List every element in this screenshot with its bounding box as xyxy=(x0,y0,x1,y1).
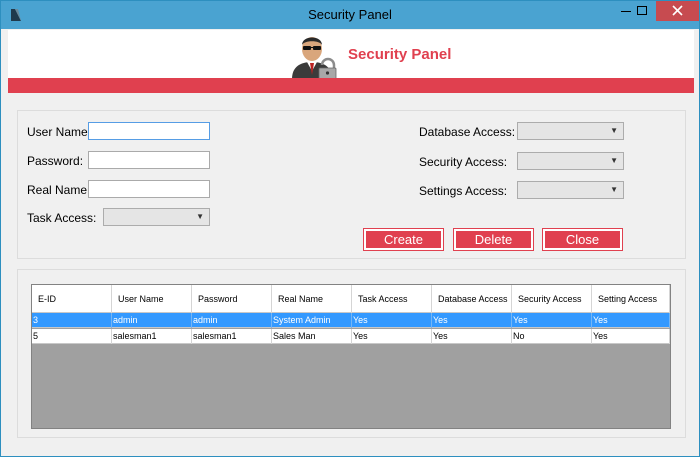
settings-access-select[interactable]: ▼ xyxy=(517,181,624,199)
column-header-setting-access[interactable]: Setting Access xyxy=(592,285,670,313)
cell-eid: 3 xyxy=(32,313,112,328)
real-name-input[interactable] xyxy=(88,180,210,198)
cell-database-access: Yes xyxy=(432,313,512,328)
column-header-password[interactable]: Password xyxy=(192,285,272,313)
table-row[interactable]: 3 admin admin System Admin Yes Yes Yes Y… xyxy=(32,313,670,328)
password-label: Password: xyxy=(27,154,84,168)
security-access-label: Security Access: xyxy=(419,155,508,169)
column-header-eid[interactable]: E-ID xyxy=(32,285,112,313)
header-title: Security Panel xyxy=(348,46,452,63)
column-header-security-access[interactable]: Security Access xyxy=(512,285,592,313)
security-panel-window: Security Panel Security Panel User Name:… xyxy=(0,0,700,457)
cell-setting-access: Yes xyxy=(592,329,670,344)
title-bar[interactable]: Security Panel xyxy=(1,1,699,29)
database-access-select[interactable]: ▼ xyxy=(517,122,624,140)
security-access-select[interactable]: ▼ xyxy=(517,152,624,170)
cell-password: salesman1 xyxy=(192,329,272,344)
maximize-icon xyxy=(637,6,647,15)
header-accent-band xyxy=(8,78,694,93)
task-access-label: Task Access: xyxy=(27,211,97,225)
cell-security-access: No xyxy=(512,329,592,344)
window-close-button[interactable] xyxy=(656,1,699,21)
cell-security-access: Yes xyxy=(512,313,592,328)
cell-setting-access: Yes xyxy=(592,313,670,328)
cell-user-name: admin xyxy=(112,313,192,328)
close-button[interactable]: Close xyxy=(542,228,623,251)
cell-task-access: Yes xyxy=(352,313,432,328)
cell-eid: 5 xyxy=(32,329,112,344)
chevron-down-icon: ▼ xyxy=(610,185,618,194)
cell-password: admin xyxy=(192,313,272,328)
chevron-down-icon: ▼ xyxy=(196,212,204,221)
cell-task-access: Yes xyxy=(352,329,432,344)
column-header-real-name[interactable]: Real Name xyxy=(272,285,352,313)
users-data-grid[interactable]: E-ID User Name Password Real Name Task A… xyxy=(31,284,671,429)
cell-user-name: salesman1 xyxy=(112,329,192,344)
delete-button[interactable]: Delete xyxy=(453,228,534,251)
security-user-logo xyxy=(286,31,340,79)
column-header-task-access[interactable]: Task Access xyxy=(352,285,432,313)
cell-database-access: Yes xyxy=(432,329,512,344)
chevron-down-icon: ▼ xyxy=(610,156,618,165)
password-input[interactable] xyxy=(88,151,210,169)
create-button[interactable]: Create xyxy=(363,228,444,251)
cell-real-name: System Admin xyxy=(272,313,352,328)
task-access-select[interactable]: ▼ xyxy=(103,208,210,226)
close-icon xyxy=(672,5,683,16)
database-access-label: Database Access: xyxy=(419,125,516,139)
settings-access-label: Settings Access: xyxy=(419,184,508,198)
table-row[interactable]: 5 salesman1 salesman1 Sales Man Yes Yes … xyxy=(32,329,670,344)
cell-real-name: Sales Man xyxy=(272,329,352,344)
column-header-user-name[interactable]: User Name xyxy=(112,285,192,313)
user-name-label: User Name: xyxy=(27,125,92,139)
user-name-input[interactable] xyxy=(88,122,210,140)
grid-header-row: E-ID User Name Password Real Name Task A… xyxy=(32,285,670,313)
window-title: Security Panel xyxy=(308,7,392,22)
chevron-down-icon: ▼ xyxy=(610,126,618,135)
maximize-button[interactable] xyxy=(627,1,657,21)
header-panel: Security Panel xyxy=(8,30,694,79)
column-header-database-access[interactable]: Database Access xyxy=(432,285,512,313)
real-name-label: Real Name: xyxy=(27,183,91,197)
